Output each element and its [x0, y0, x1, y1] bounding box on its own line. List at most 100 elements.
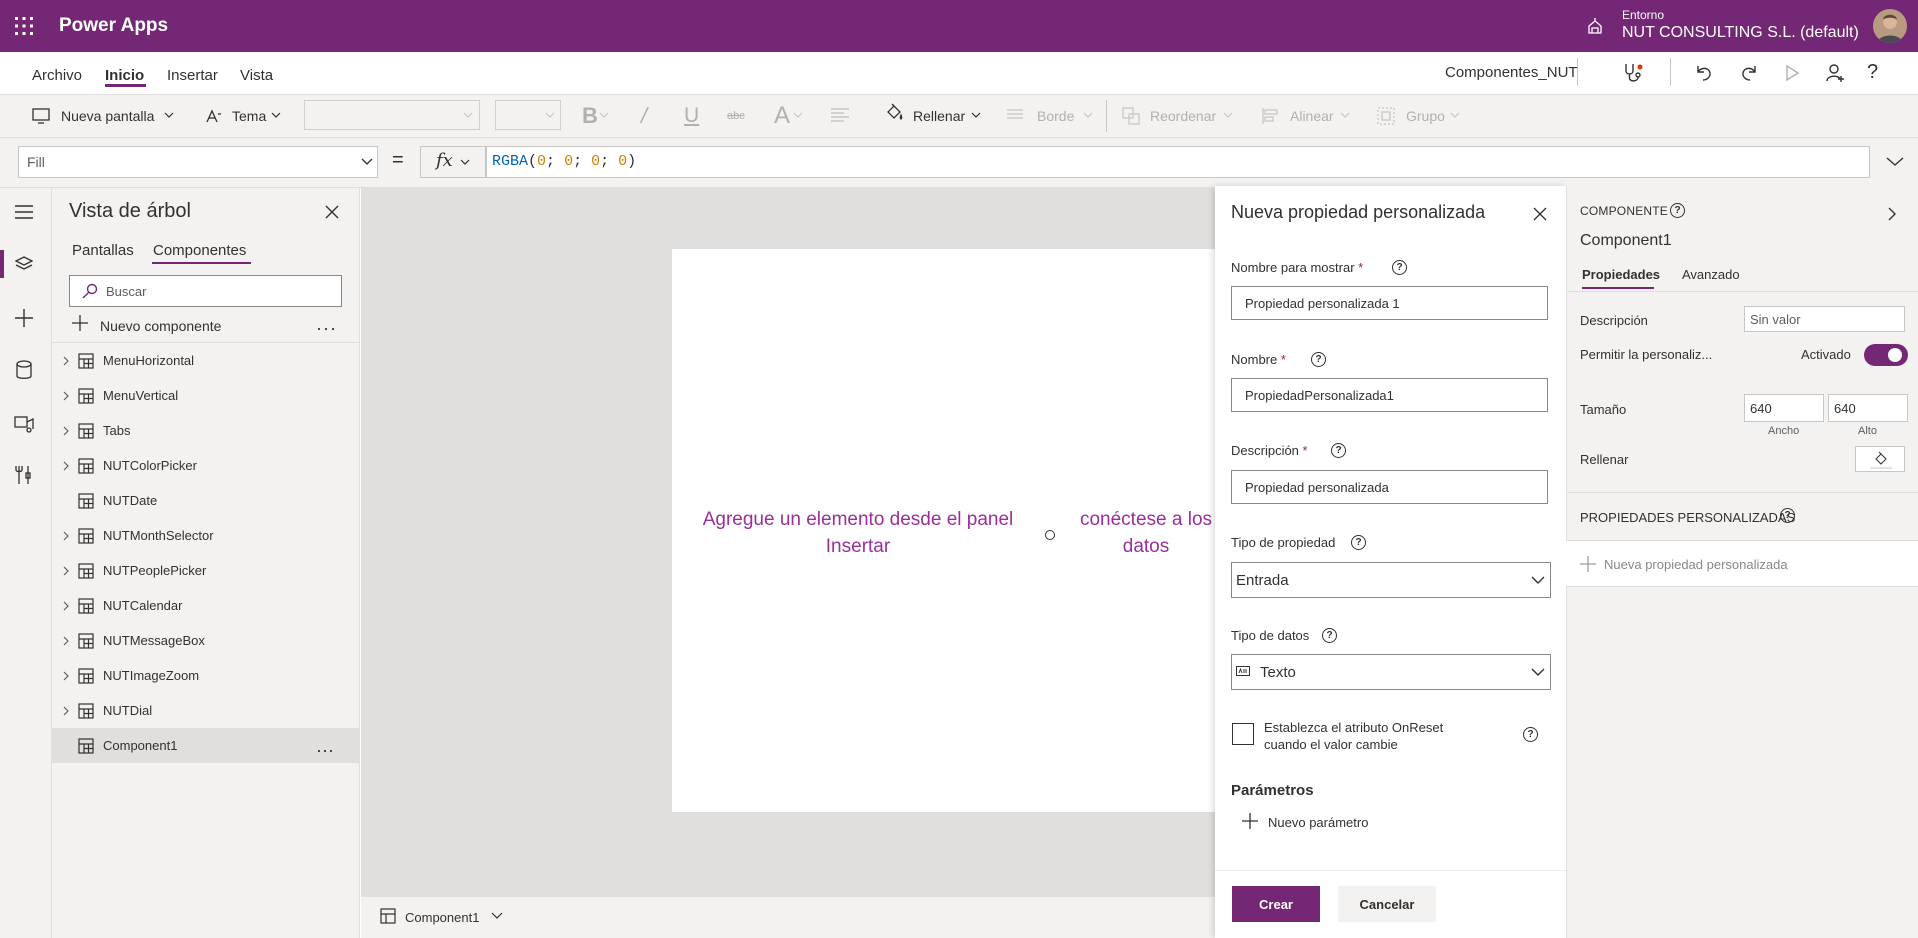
chevron-right-icon[interactable] [1884, 206, 1900, 222]
font-family-select[interactable] [304, 100, 480, 130]
menu-vista[interactable]: Vista [240, 67, 273, 84]
description-input[interactable] [1744, 306, 1905, 332]
border-button[interactable]: Borde [1037, 108, 1074, 124]
environment-icon[interactable] [1586, 17, 1604, 35]
description-input[interactable] [1231, 470, 1548, 504]
tree-item[interactable] [52, 448, 360, 483]
help-icon[interactable]: ? [1523, 727, 1538, 742]
insert-plus-icon[interactable] [14, 308, 34, 328]
name-input[interactable] [1231, 378, 1548, 412]
chevron-right-icon[interactable] [60, 390, 72, 402]
fill-button[interactable]: Rellenar [913, 108, 965, 124]
height-input[interactable] [1828, 394, 1908, 422]
tree-item[interactable] [52, 658, 360, 693]
create-button[interactable]: Crear [1232, 886, 1320, 922]
chevron-right-icon[interactable] [60, 355, 72, 367]
tree-item[interactable] [52, 728, 360, 763]
component-icon [78, 633, 94, 649]
tree-item[interactable] [52, 378, 360, 413]
display-name-input[interactable] [1231, 286, 1548, 320]
app-name[interactable]: Componentes_NUT [1445, 64, 1578, 81]
theme-icon [204, 108, 222, 124]
hamburger-icon[interactable] [14, 204, 34, 220]
tree-view-icon[interactable] [15, 255, 33, 273]
current-component-label[interactable]: Component1 [405, 910, 479, 925]
search-input[interactable] [106, 281, 336, 301]
app-launcher-icon[interactable] [14, 16, 34, 36]
new-parameter-button[interactable]: Nuevo parámetro [1268, 815, 1368, 830]
font-color-icon[interactable]: A [774, 102, 790, 130]
tab-avanzado[interactable]: Avanzado [1682, 267, 1740, 282]
chevron-right-icon[interactable] [60, 425, 72, 437]
share-user-icon[interactable] [1824, 62, 1846, 84]
new-custom-property-button[interactable]: Nueva propiedad personalizada [1604, 557, 1788, 572]
tab-propiedades[interactable]: Propiedades [1582, 267, 1660, 282]
menu-insertar[interactable]: Insertar [167, 67, 218, 84]
tab-pantallas[interactable]: Pantallas [72, 242, 134, 259]
onreset-checkbox[interactable] [1232, 723, 1254, 745]
redo-icon[interactable] [1739, 63, 1759, 83]
help-icon[interactable]: ? [1322, 628, 1337, 643]
new-component-button[interactable]: Nuevo componente [100, 318, 221, 334]
underline-icon[interactable]: U [684, 104, 699, 128]
canvas-data-hint[interactable]: conéctese a los datos [1070, 506, 1222, 560]
italic-icon[interactable]: / [641, 103, 647, 129]
strikethrough-icon[interactable]: abc [727, 110, 745, 122]
width-input[interactable] [1744, 394, 1824, 422]
new-screen-button[interactable]: Nueva pantalla [61, 108, 154, 124]
chevron-right-icon[interactable] [60, 530, 72, 542]
more-options-icon[interactable]: ··· [316, 740, 334, 761]
close-icon[interactable] [322, 202, 342, 222]
align-button[interactable]: Alinear [1290, 108, 1334, 124]
expand-formula-icon[interactable] [1886, 157, 1904, 167]
user-avatar[interactable] [1873, 9, 1907, 43]
help-icon[interactable]: ? [1351, 535, 1366, 550]
tree-item[interactable] [52, 413, 360, 448]
onreset-label[interactable]: Establezca el atributo OnReset cuando el… [1264, 719, 1464, 753]
divider [1577, 58, 1578, 86]
group-button[interactable]: Grupo [1406, 108, 1445, 124]
chevron-right-icon[interactable] [60, 705, 72, 717]
menu-inicio[interactable]: Inicio [105, 67, 144, 84]
bold-icon[interactable]: B [582, 103, 598, 129]
component-icon [78, 668, 94, 684]
menu-archivo[interactable]: Archivo [32, 67, 82, 84]
help-icon[interactable]: ? [1311, 352, 1326, 367]
more-options-icon[interactable]: ··· [316, 318, 337, 339]
help-icon[interactable]: ? [1392, 260, 1407, 275]
fill-color-picker[interactable] [1855, 446, 1905, 472]
tree-item[interactable] [52, 693, 360, 728]
canvas-insert-hint[interactable]: Agregue un elemento desde el panel Inser… [698, 506, 1018, 560]
data-icon[interactable] [16, 360, 32, 380]
help-icon[interactable]: ? [1670, 203, 1685, 218]
formula-input[interactable] [486, 146, 1870, 178]
theme-button[interactable]: Tema [232, 108, 266, 124]
text-align-icon[interactable] [830, 107, 850, 123]
tree-item-label: NUTDate [103, 493, 158, 508]
tools-icon[interactable] [15, 465, 33, 485]
tree-item[interactable] [52, 483, 360, 518]
environment-name[interactable]: NUT CONSULTING S.L. (default) [1622, 24, 1859, 42]
help-icon[interactable]: ? [1780, 508, 1795, 523]
tree-item[interactable] [52, 588, 360, 623]
help-icon[interactable]: ? [1331, 443, 1346, 458]
chevron-right-icon[interactable] [60, 635, 72, 647]
tree-item[interactable] [52, 343, 360, 378]
tree-item[interactable] [52, 623, 360, 658]
chevron-right-icon[interactable] [60, 670, 72, 682]
undo-icon[interactable] [1694, 63, 1714, 83]
cancel-button[interactable]: Cancelar [1338, 886, 1436, 922]
property-select[interactable] [18, 146, 378, 178]
media-icon[interactable] [14, 414, 34, 434]
help-icon[interactable]: ? [1867, 61, 1878, 84]
tab-componentes[interactable]: Componentes [153, 242, 246, 259]
chevron-down-icon[interactable] [491, 912, 503, 920]
function-button[interactable] [420, 146, 486, 178]
play-icon[interactable] [1782, 63, 1802, 83]
chevron-right-icon[interactable] [60, 600, 72, 612]
chevron-right-icon[interactable] [60, 565, 72, 577]
app-checker-icon[interactable] [1622, 62, 1644, 84]
reorder-button[interactable]: Reordenar [1150, 108, 1216, 124]
chevron-right-icon[interactable] [60, 460, 72, 472]
close-icon[interactable] [1532, 206, 1548, 222]
